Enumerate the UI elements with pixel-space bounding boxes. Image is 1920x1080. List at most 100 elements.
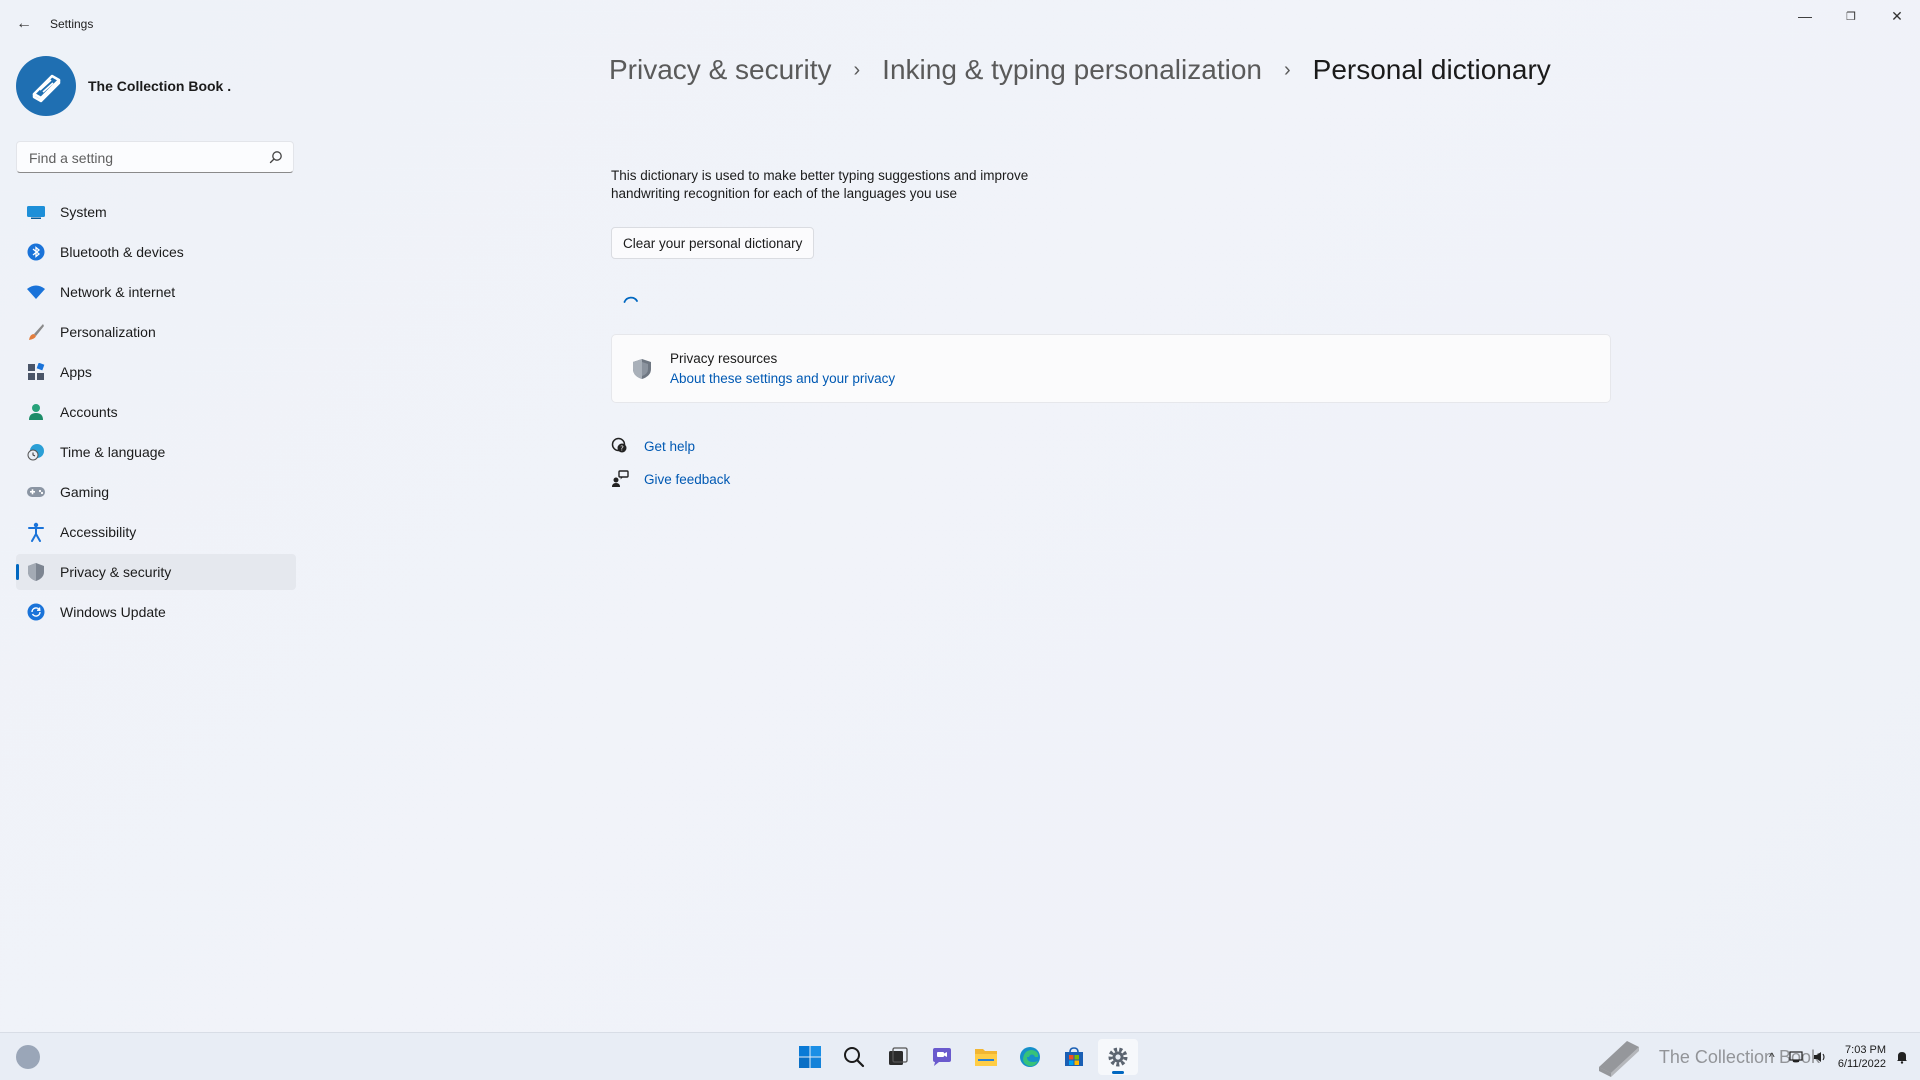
system-icon xyxy=(26,202,46,222)
search-box[interactable] xyxy=(16,141,294,173)
taskbar-search-button[interactable] xyxy=(834,1039,874,1075)
chevron-up-icon[interactable]: ^ xyxy=(1764,1049,1780,1065)
avatar xyxy=(16,56,76,116)
brush-icon xyxy=(26,322,46,342)
give-feedback-label: Give feedback xyxy=(644,471,731,487)
clock[interactable]: 7:03 PM 6/11/2022 xyxy=(1838,1043,1886,1071)
sidebar-item-label: Accounts xyxy=(60,404,118,420)
sidebar-item-label: System xyxy=(60,204,107,220)
give-feedback-link[interactable]: Give feedback xyxy=(611,470,730,488)
sidebar-item-label: Accessibility xyxy=(60,524,137,540)
back-button[interactable]: ← xyxy=(12,12,36,36)
sidebar-nav: System Bluetooth & devices Network & int… xyxy=(16,194,296,634)
sidebar-item-label: Personalization xyxy=(60,324,156,340)
task-view-button[interactable] xyxy=(878,1039,918,1075)
sidebar-item-accessibility[interactable]: Accessibility xyxy=(16,514,296,550)
sidebar-item-accounts[interactable]: Accounts xyxy=(16,394,296,430)
start-icon xyxy=(799,1046,821,1068)
svg-text:?: ? xyxy=(620,445,624,453)
wifi-icon xyxy=(26,282,46,302)
app-title: Settings xyxy=(50,17,94,31)
back-arrow-icon: ← xyxy=(16,15,32,32)
sidebar-item-label: Privacy & security xyxy=(60,564,172,580)
restore-button[interactable]: ❐ xyxy=(1828,0,1874,32)
sidebar-item-windows-update[interactable]: Windows Update xyxy=(16,594,296,630)
store-button[interactable] xyxy=(1054,1039,1094,1075)
book-icon xyxy=(32,74,61,103)
volume-icon[interactable] xyxy=(1812,1049,1828,1065)
breadcrumb: Privacy & security › Inking & typing per… xyxy=(609,54,1551,86)
taskbar-apps xyxy=(790,1039,1142,1075)
globe-clock-icon xyxy=(26,442,46,462)
task-view-icon xyxy=(889,1047,908,1065)
shield-icon xyxy=(26,562,46,582)
clock-time: 7:03 PM xyxy=(1845,1044,1886,1056)
close-button[interactable]: ✕ xyxy=(1874,0,1920,32)
restore-icon: ❐ xyxy=(1846,10,1856,23)
clock-date: 6/11/2022 xyxy=(1837,1058,1886,1070)
sidebar-item-label: Time & language xyxy=(60,444,166,460)
weather-widget-icon[interactable] xyxy=(16,1045,40,1069)
start-button[interactable] xyxy=(790,1039,830,1075)
sidebar-item-gaming[interactable]: Gaming xyxy=(16,474,296,510)
system-tray: ^ 7:03 PM 6/11/2022 xyxy=(1756,1033,1910,1080)
profile-name: The Collection Book . xyxy=(88,78,232,94)
notification-icon[interactable] xyxy=(1894,1049,1910,1065)
privacy-settings-link[interactable]: About these settings and your privacy xyxy=(670,371,895,386)
watermark-book-icon xyxy=(1598,1041,1639,1077)
search-icon xyxy=(269,151,282,164)
update-icon xyxy=(26,602,46,622)
chat-icon xyxy=(933,1048,951,1066)
sidebar-item-apps[interactable]: Apps xyxy=(16,354,296,390)
sidebar-item-system[interactable]: System xyxy=(16,194,296,230)
dictionary-description: This dictionary is used to make better t… xyxy=(611,168,1029,201)
edge-icon xyxy=(1020,1047,1040,1067)
loading-spinner-icon xyxy=(623,296,638,303)
close-icon: ✕ xyxy=(1891,7,1903,24)
get-help-link[interactable]: ? Get help xyxy=(611,437,695,455)
window-controls: — ❐ ✕ xyxy=(1782,0,1920,32)
search-input[interactable] xyxy=(27,148,261,168)
gamepad-icon xyxy=(26,482,46,502)
settings-icon xyxy=(1108,1047,1128,1067)
accessibility-icon xyxy=(26,522,46,542)
sidebar-item-personalization[interactable]: Personalization xyxy=(16,314,296,350)
network-icon[interactable] xyxy=(1788,1049,1804,1065)
taskbar: The Collection Book ^ 7:03 PM 6/11/2022 xyxy=(0,1032,1920,1080)
apps-icon xyxy=(26,362,46,382)
breadcrumb-privacy-security[interactable]: Privacy & security xyxy=(609,54,832,86)
sidebar-item-label: Gaming xyxy=(60,484,110,500)
clear-dictionary-button[interactable]: Clear your personal dictionary xyxy=(611,227,815,259)
breadcrumb-chevron-icon: › xyxy=(853,58,861,81)
sidebar-item-bluetooth[interactable]: Bluetooth & devices xyxy=(16,234,296,270)
settings-taskbar-button[interactable] xyxy=(1098,1039,1138,1075)
sidebar-item-label: Apps xyxy=(60,364,92,380)
file-explorer-icon xyxy=(975,1049,997,1066)
get-help-icon: ? xyxy=(611,437,627,453)
breadcrumb-chevron-icon: › xyxy=(1283,58,1291,81)
privacy-resources-title: Privacy resources xyxy=(670,351,778,366)
user-profile[interactable]: The Collection Book . xyxy=(16,56,231,116)
minimize-button[interactable]: — xyxy=(1782,0,1828,32)
sidebar-item-label: Bluetooth & devices xyxy=(60,244,184,260)
store-icon xyxy=(1065,1047,1083,1066)
chat-button[interactable] xyxy=(922,1039,962,1075)
title-bar: ← Settings — ❐ ✕ xyxy=(0,0,1920,48)
minimize-icon: — xyxy=(1798,8,1812,24)
search-icon xyxy=(844,1047,865,1068)
get-help-label: Get help xyxy=(644,438,696,454)
edge-button[interactable] xyxy=(1010,1039,1050,1075)
bluetooth-icon xyxy=(26,242,46,262)
sidebar-item-time-language[interactable]: Time & language xyxy=(16,434,296,470)
sidebar-item-privacy-security[interactable]: Privacy & security xyxy=(16,554,296,590)
page-title: Personal dictionary xyxy=(1312,54,1551,85)
shield-icon xyxy=(633,359,651,379)
account-icon xyxy=(26,402,46,422)
sidebar-item-network[interactable]: Network & internet xyxy=(16,274,296,310)
privacy-resources-card: Privacy resources About these settings a… xyxy=(611,334,1611,403)
file-explorer-button[interactable] xyxy=(966,1039,1006,1075)
feedback-icon xyxy=(612,470,629,487)
breadcrumb-inking-typing[interactable]: Inking & typing personalization xyxy=(882,54,1262,86)
sidebar-item-label: Network & internet xyxy=(60,284,176,300)
sidebar-item-label: Windows Update xyxy=(60,604,166,620)
